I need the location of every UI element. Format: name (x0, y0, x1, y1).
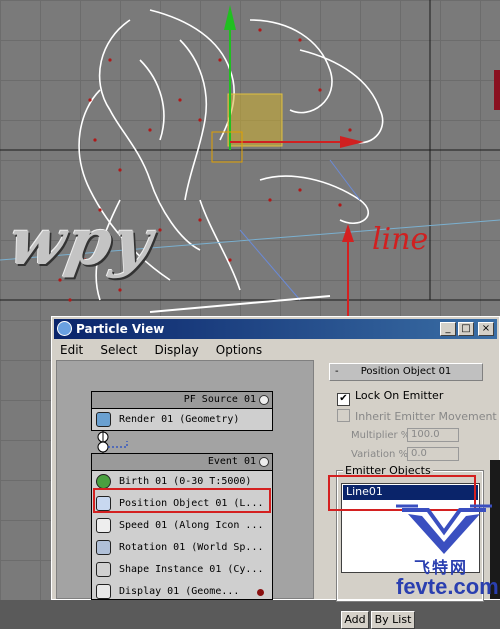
inherit-emitter-movement-checkbox[interactable]: Inherit Emitter Movement (337, 409, 497, 423)
checkbox-label: Lock On Emitter (355, 389, 444, 402)
variation-spinner[interactable]: 0.0 (407, 447, 459, 461)
operator-label: Birth 01 (0-30 T:5000) (119, 476, 252, 487)
logo-site-text: fevte.com (396, 574, 499, 599)
lamp-icon[interactable] (259, 457, 269, 467)
menu-bar: Edit Select Display Options (54, 339, 497, 358)
operator-position-object[interactable]: Position Object 01 (L... (92, 493, 272, 515)
by-list-button[interactable]: By List (371, 611, 415, 629)
wings-logo-icon (396, 504, 492, 554)
rotation-icon (96, 540, 111, 555)
menu-options[interactable]: Options (210, 340, 268, 357)
operator-label: Speed 01 (Along Icon ... (119, 520, 264, 531)
shape-instance-icon (96, 562, 111, 577)
operator-label: Position Object 01 (L... (119, 498, 264, 509)
event-node[interactable]: Event 01 Birth 01 (0-30 T:5000) Position… (91, 453, 273, 600)
operator-shape-instance[interactable]: Shape Instance 01 (Cy... (92, 559, 272, 581)
event-header-label: Event 01 (207, 456, 256, 467)
menu-select[interactable]: Select (94, 340, 143, 357)
birth-icon (96, 474, 111, 489)
list-item[interactable]: Line01 (343, 485, 478, 500)
add-button[interactable]: Add (341, 611, 369, 629)
watermark-text: wpy (3, 205, 160, 280)
multiplier-label: Multiplier % (351, 430, 411, 441)
operator-label: Rotation 01 (World Sp... (119, 542, 264, 553)
position-object-icon (96, 496, 111, 511)
annotation-text: line (372, 222, 429, 257)
app-icon (57, 321, 72, 336)
variation-label: Variation % (351, 449, 409, 460)
maximize-button[interactable]: □ (458, 322, 474, 336)
checkmark-icon: ✔ (337, 393, 350, 406)
rollout-title: Position Object 01 (360, 366, 452, 377)
speed-icon (96, 518, 111, 533)
particle-graph[interactable]: PF Source 01 Render 01 (Geometry) Event … (56, 360, 314, 600)
site-logo: 飞特网 fevte.com (388, 502, 500, 600)
display-color-swatch[interactable] (257, 589, 264, 596)
display-icon (96, 584, 111, 599)
operator-rotation[interactable]: Rotation 01 (World Sp... (92, 537, 272, 559)
operator-speed[interactable]: Speed 01 (Along Icon ... (92, 515, 272, 537)
multiplier-spinner[interactable]: 100.0 (407, 428, 459, 442)
menu-display[interactable]: Display (148, 340, 204, 357)
operator-label: Shape Instance 01 (Cy... (119, 564, 264, 575)
close-button[interactable]: × (478, 322, 494, 336)
event-header: Event 01 (92, 454, 272, 471)
minimize-button[interactable]: _ (440, 322, 456, 336)
window-title: Particle View (76, 322, 165, 336)
collapse-icon: - (335, 366, 339, 377)
checkbox-label: Inherit Emitter Movement (355, 410, 497, 423)
menu-edit[interactable]: Edit (54, 340, 89, 357)
checkbox-box (337, 409, 350, 422)
lock-on-emitter-checkbox[interactable]: ✔ Lock On Emitter (337, 389, 443, 406)
rollout-header[interactable]: - Position Object 01 (329, 363, 483, 381)
emitter-objects-label: Emitter Objects (343, 464, 433, 477)
operator-birth[interactable]: Birth 01 (0-30 T:5000) (92, 471, 272, 493)
title-bar[interactable]: Particle View _ □ × (54, 319, 497, 339)
